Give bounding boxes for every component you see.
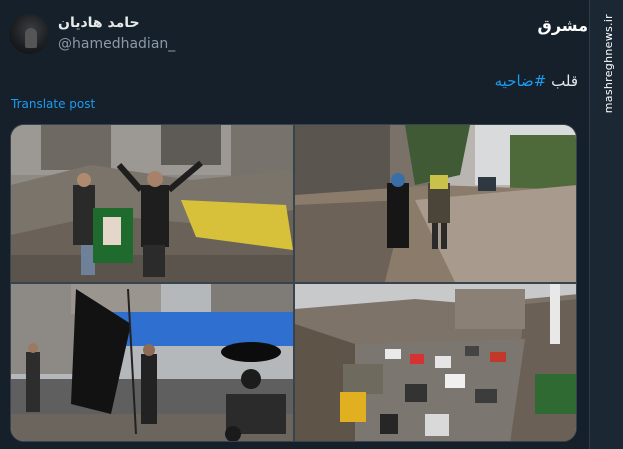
watermark-bar: mashreghnews.ir (589, 0, 623, 449)
author-handle[interactable]: @hamedhadian_ (58, 36, 175, 52)
media-image-1[interactable] (11, 125, 293, 282)
media-image-3[interactable] (11, 284, 293, 441)
hashtag-link[interactable]: #ضاحیه (495, 72, 547, 90)
media-image-4[interactable] (295, 284, 576, 441)
media-image-2[interactable] (295, 125, 576, 282)
mashregh-logo: مشرق (537, 16, 588, 35)
tweet-text: قلب #ضاحیه (495, 72, 578, 90)
avatar[interactable] (9, 14, 49, 54)
tweet-text-prefix: قلب (546, 72, 578, 90)
avatar-figure (25, 28, 37, 48)
author-name[interactable]: حامد هادیان (58, 15, 140, 31)
media-grid (10, 124, 577, 442)
watermark-text: mashreghnews.ir (602, 14, 615, 114)
translate-post-link[interactable]: Translate post (11, 97, 95, 111)
